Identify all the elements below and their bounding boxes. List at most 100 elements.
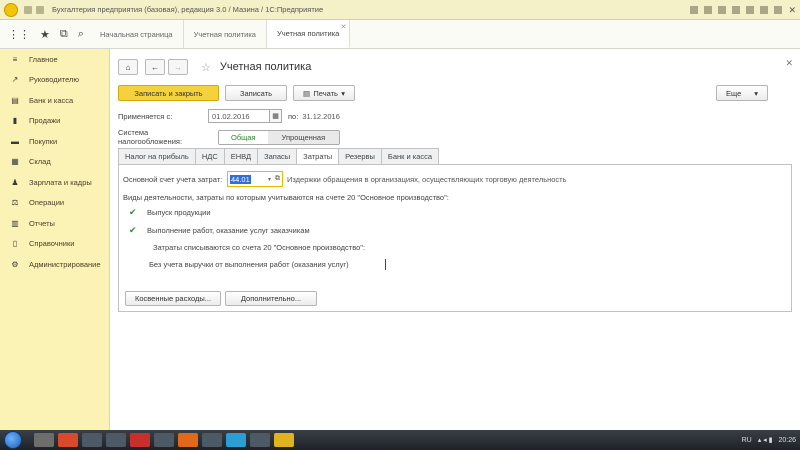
search-icon[interactable]: ⌕ — [78, 28, 84, 41]
subtab-bank-cash[interactable]: Банк и касса — [380, 148, 440, 164]
skype-icon[interactable] — [226, 433, 246, 447]
pdf-icon[interactable] — [130, 433, 150, 447]
history-icon[interactable]: ⧉ — [60, 28, 68, 41]
books-icon: ▯ — [12, 239, 18, 249]
favorite-star-icon[interactable]: ☆ — [201, 61, 211, 74]
date-from-input[interactable]: 01.02.2016 — [208, 109, 270, 123]
main-account-input[interactable]: 44.01 ▾ ⧉ — [227, 171, 283, 187]
back-icon[interactable] — [24, 5, 32, 14]
app-icon[interactable] — [250, 433, 270, 447]
indirect-costs-button[interactable]: Косвенные расходы... — [125, 291, 221, 306]
app-icon[interactable] — [154, 433, 174, 447]
save-and-close-button[interactable]: Записать и закрыть — [118, 85, 219, 101]
sidebar-item-catalogs[interactable]: ▯ Справочники — [0, 234, 109, 255]
calendar-icon[interactable]: ▦ — [270, 109, 282, 123]
tab-policy-1[interactable]: Учетная политика — [184, 20, 267, 48]
forward-icon[interactable] — [36, 5, 44, 14]
checkbox-checked-icon[interactable]: ✔ — [129, 225, 139, 236]
print-button[interactable]: ▤ Печать ▾ — [293, 85, 355, 101]
apps-grid-icon[interactable]: ⋮⋮ — [8, 28, 30, 41]
tax-system-simplified[interactable]: Упрощенная — [267, 130, 340, 144]
sidebar-item-purchases[interactable]: ▬ Покупки — [0, 131, 109, 152]
app-logo-icon — [4, 2, 18, 17]
system-tray: RU ▴ ◂ ▮ 20:26 — [742, 430, 796, 450]
app-icon[interactable] — [202, 433, 222, 447]
checkbox-checked-icon[interactable]: ✔ — [129, 207, 139, 218]
main-account-label: Основной счет учета затрат: — [123, 174, 223, 184]
tax-system-label: Система налогообложения: — [118, 128, 183, 146]
tab-policy-2[interactable]: Учетная политика ✕ — [266, 20, 351, 48]
sidebar-item-salary[interactable]: ♟ Зарплата и кадры — [0, 172, 109, 193]
minimize-icon[interactable] — [760, 6, 769, 14]
app-icon[interactable] — [106, 433, 126, 447]
sidebar-item-sales[interactable]: ▮ Продажи — [0, 111, 109, 132]
applies-label: Применяется с: — [118, 111, 173, 121]
sidebar-item-reports[interactable]: ▥ Отчеты — [0, 213, 109, 234]
tax-system-row: Система налогообложения: Общая Упрощенна… — [118, 128, 341, 146]
sidebar-item-admin[interactable]: ⚙ Администрирование — [0, 254, 109, 275]
sidebar-item-operations[interactable]: ⚖ Операции — [0, 193, 109, 214]
sidebar-item-label: Администрирование — [29, 259, 101, 269]
onec-icon[interactable] — [274, 433, 294, 447]
start-button-icon[interactable] — [4, 431, 22, 449]
services-row[interactable]: ✔ Выполнение работ, оказание услуг заказ… — [129, 225, 310, 236]
without-revenue-row: Без учета выручки от выполнения работ (о… — [149, 259, 386, 270]
people-icon: ♟ — [11, 177, 19, 187]
tray-icons[interactable]: ▴ ◂ ▮ — [758, 436, 773, 444]
star-icon[interactable]: ★ — [40, 28, 50, 41]
sidebar-item-label: Руководителю — [29, 75, 80, 85]
tab-label: Учетная политика — [276, 28, 340, 38]
printer-icon: ▤ — [303, 88, 311, 98]
back-button[interactable]: ← — [145, 59, 165, 75]
close-icon[interactable]: ✕ — [340, 23, 346, 31]
sidebar-item-main[interactable]: ≡ Главное — [0, 49, 109, 70]
subtab-vat[interactable]: НДС — [194, 148, 225, 164]
warehouse-icon: ▦ — [11, 157, 19, 167]
notifications-icon[interactable] — [732, 6, 741, 14]
app-icon[interactable] — [82, 433, 102, 447]
chrome-icon[interactable] — [58, 433, 78, 447]
main-account-hint: Издержки обращения в организациях, осуще… — [287, 174, 567, 184]
maximize-icon[interactable] — [774, 6, 783, 14]
sidebar-item-label: Банк и касса — [29, 95, 74, 105]
tax-system-general[interactable]: Общая — [219, 130, 268, 144]
tab-home[interactable]: Начальная страница — [90, 20, 184, 48]
clock[interactable]: 20:26 — [778, 437, 796, 444]
activities-label: Виды деятельности, затраты по которым уч… — [123, 193, 449, 202]
info-icon[interactable] — [746, 6, 755, 14]
open-icon[interactable]: ⧉ — [275, 175, 280, 183]
sidebar-item-manager[interactable]: ↗ Руководителю — [0, 70, 109, 91]
dropdown-icon[interactable]: ▾ — [268, 176, 271, 183]
more-button[interactable]: Еще ▾ — [716, 85, 768, 101]
sidebar-item-warehouse[interactable]: ▦ Склад — [0, 152, 109, 173]
products-label: Выпуск продукции — [147, 208, 211, 217]
close-icon[interactable]: ✕ — [785, 58, 793, 69]
home-icon[interactable] — [690, 6, 699, 14]
write-off-text: Затраты списываются со счета 20 "Основно… — [153, 243, 366, 252]
window-controls: ✕ — [690, 0, 800, 20]
subtab-bar: Налог на прибыль НДС ЕНВД Запасы Затраты… — [118, 148, 440, 164]
additional-button[interactable]: Дополнительно... — [225, 291, 317, 306]
explorer-icon[interactable] — [34, 433, 54, 447]
products-row[interactable]: ✔ Выпуск продукции — [129, 207, 211, 218]
save-button[interactable]: Записать — [225, 85, 287, 101]
language-indicator[interactable]: RU — [742, 437, 752, 444]
forward-button[interactable]: → — [168, 59, 188, 75]
subtab-reserves[interactable]: Резервы — [338, 148, 382, 164]
arrow-left-icon: ← — [151, 62, 159, 72]
subtab-inventory[interactable]: Запасы — [257, 148, 298, 164]
home-button[interactable]: ⌂ — [118, 59, 138, 75]
sidebar-item-bank[interactable]: ▤ Банк и касса — [0, 90, 109, 111]
firefox-icon[interactable] — [178, 433, 198, 447]
history-icon[interactable] — [704, 6, 713, 14]
more-label: Еще — [726, 88, 742, 98]
sidebar-item-label: Склад — [29, 157, 51, 167]
subtab-profit-tax[interactable]: Налог на прибыль — [118, 148, 196, 164]
form-header: ⌂ ← → ☆ Учетная политика — [118, 59, 311, 75]
main-content: ⌂ ← → ☆ Учетная политика ✕ Записать и за… — [110, 49, 800, 430]
favorites-icon[interactable] — [718, 6, 727, 14]
sidebar: ≡ Главное ↗ Руководителю ▤ Банк и касса ▮ Пр… — [0, 49, 110, 430]
close-icon[interactable]: ✕ — [788, 5, 796, 15]
subtab-costs[interactable]: Затраты — [296, 148, 340, 164]
subtab-envd[interactable]: ЕНВД — [223, 148, 259, 164]
